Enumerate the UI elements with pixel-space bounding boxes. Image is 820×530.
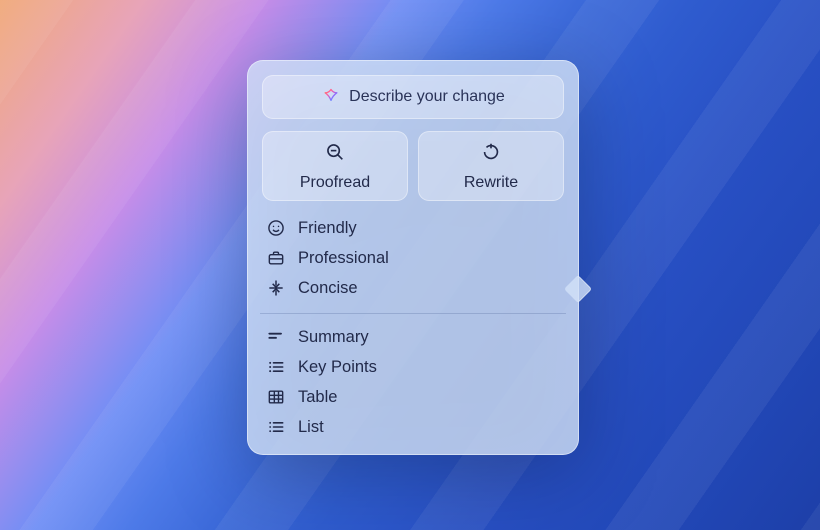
format-keypoints[interactable]: Key Points	[262, 352, 564, 382]
tone-label: Friendly	[298, 219, 357, 238]
tone-professional[interactable]: Professional	[262, 243, 564, 273]
panel-pointer	[564, 275, 592, 303]
writing-tools-panel: Describe your change Proofread	[247, 60, 579, 455]
format-label: Key Points	[298, 358, 377, 377]
summary-icon	[266, 327, 286, 347]
apple-intelligence-icon	[321, 87, 341, 107]
magnifier-icon	[324, 141, 346, 168]
proofread-label: Proofread	[300, 174, 370, 192]
tone-concise[interactable]: Concise	[262, 273, 564, 303]
format-label: Table	[298, 388, 337, 407]
tone-friendly[interactable]: Friendly	[262, 213, 564, 243]
list-icon	[266, 417, 286, 437]
format-list[interactable]: List	[262, 412, 564, 442]
briefcase-icon	[266, 248, 286, 268]
describe-change-placeholder: Describe your change	[349, 88, 505, 106]
format-table[interactable]: Table	[262, 382, 564, 412]
tone-label: Concise	[298, 279, 358, 298]
tone-label: Professional	[298, 249, 389, 268]
format-label: List	[298, 418, 324, 437]
smile-icon	[266, 218, 286, 238]
bullets-icon	[266, 357, 286, 377]
divider	[260, 313, 566, 314]
table-icon	[266, 387, 286, 407]
collapse-icon	[266, 278, 286, 298]
rewrite-label: Rewrite	[464, 174, 518, 192]
proofread-button[interactable]: Proofread	[262, 131, 408, 201]
format-label: Summary	[298, 328, 369, 347]
rewrite-button[interactable]: Rewrite	[418, 131, 564, 201]
describe-change-input[interactable]: Describe your change	[262, 75, 564, 119]
tone-section: Friendly Professional	[262, 213, 564, 303]
rewrite-icon	[480, 141, 502, 168]
format-section: Summary Key Points	[262, 322, 564, 442]
format-summary[interactable]: Summary	[262, 322, 564, 352]
